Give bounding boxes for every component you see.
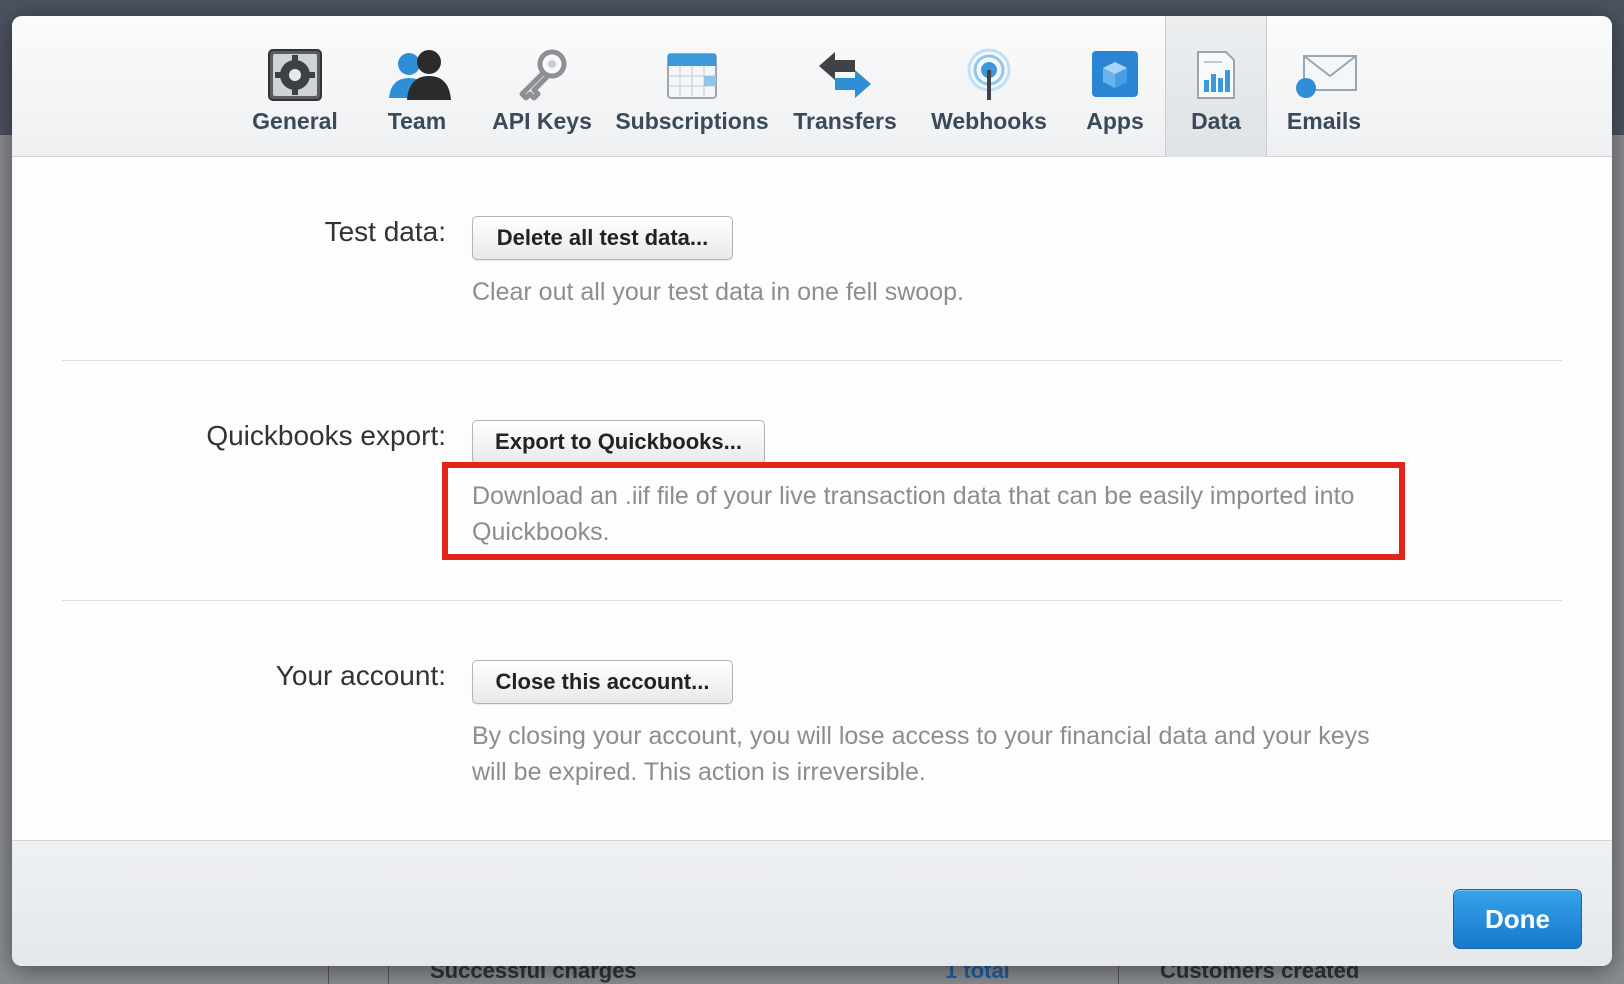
team-icon: [387, 48, 451, 102]
quickbooks-export-label: Quickbooks export:: [206, 420, 446, 451]
tab-transfers[interactable]: Transfers: [782, 16, 908, 157]
export-to-quickbooks-button[interactable]: Export to Quickbooks...: [472, 420, 765, 464]
transfer-arrows-icon: [815, 48, 875, 102]
tab-api-keys[interactable]: API Keys: [482, 16, 602, 157]
section-divider: [62, 360, 1562, 361]
settings-tab-bar: General Team API Keys Subscriptions Tran…: [12, 16, 1612, 157]
section-divider: [62, 600, 1562, 601]
delete-all-test-data-button[interactable]: Delete all test data...: [472, 216, 733, 260]
test-data-description: Clear out all your test data in one fell…: [472, 278, 964, 306]
red-highlight-box: [442, 462, 1405, 560]
tab-subscriptions[interactable]: Subscriptions: [612, 16, 772, 157]
envelope-icon: [1294, 48, 1357, 102]
broadcast-icon: [959, 48, 1019, 102]
tab-team[interactable]: Team: [364, 16, 470, 157]
tab-label: API Keys: [492, 108, 592, 134]
modal-footer: Done: [12, 840, 1612, 966]
tab-webhooks[interactable]: Webhooks: [918, 16, 1060, 157]
test-data-label: Test data:: [324, 216, 446, 247]
gear-icon: [265, 48, 325, 102]
tab-label: Team: [387, 108, 447, 134]
tab-apps[interactable]: Apps: [1070, 16, 1160, 157]
tab-label: Emails: [1286, 108, 1362, 134]
done-button[interactable]: Done: [1453, 889, 1582, 949]
close-account-button[interactable]: Close this account...: [472, 660, 733, 704]
tab-data[interactable]: Data: [1165, 16, 1267, 157]
tab-label: Data: [1191, 108, 1241, 134]
your-account-label: Your account:: [275, 660, 446, 691]
calendar-icon: [662, 48, 722, 102]
cube-icon: [1085, 48, 1145, 102]
tab-emails[interactable]: Emails: [1272, 16, 1376, 157]
close-account-description: By closing your account, you will lose a…: [472, 722, 1370, 786]
tab-label: Subscriptions: [615, 108, 769, 134]
tab-label: Transfers: [793, 108, 897, 134]
tab-label: General: [252, 108, 338, 134]
chart-document-icon: [1186, 48, 1246, 102]
tab-general[interactable]: General: [242, 16, 348, 157]
key-icon: [512, 48, 572, 102]
account-settings-modal: General Team API Keys Subscriptions Tran…: [12, 16, 1612, 966]
tab-label: Webhooks: [931, 108, 1047, 134]
tab-label: Apps: [1086, 108, 1144, 134]
